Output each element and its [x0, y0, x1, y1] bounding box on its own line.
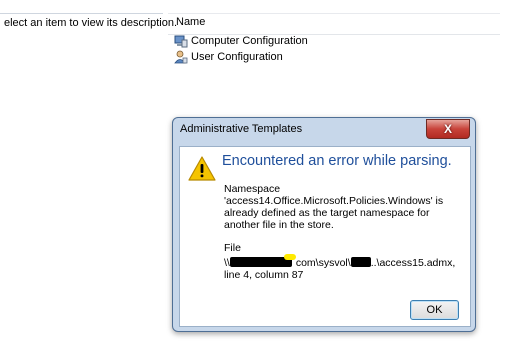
dialog-content: Encountered an error while parsing. Name… [179, 146, 471, 327]
close-button[interactable]: X [426, 119, 470, 139]
description-text: elect an item to view its description. [4, 17, 178, 29]
list-item-user-configuration[interactable]: User Configuration [174, 49, 283, 65]
highlight-mark [283, 254, 296, 260]
error-dialog: Administrative Templates X Encountered a… [172, 117, 476, 332]
list-header[interactable]: Name [168, 13, 500, 35]
dialog-title: Administrative Templates [180, 123, 303, 135]
computer-config-icon [174, 35, 188, 48]
file-label: File [224, 242, 241, 254]
warning-icon [188, 156, 216, 181]
file-path: \\ com\sysvol\ ..\access15.admx, [224, 254, 466, 269]
file-details: File \\ com\sysvol\ ..\access15.admx, line… [224, 242, 466, 281]
description-pane: elect an item to view its description. [0, 0, 177, 345]
close-icon: X [443, 122, 452, 136]
ok-button[interactable]: OK [410, 300, 459, 320]
list-item-label: Computer Configuration [191, 35, 308, 47]
redaction-mark [229, 257, 292, 267]
file-location: line 4, column 87 [224, 269, 304, 281]
list-item-label: User Configuration [191, 51, 283, 63]
user-config-icon [174, 50, 188, 64]
column-name-header[interactable]: Name [176, 16, 205, 28]
list-item-computer-configuration[interactable]: Computer Configuration [174, 33, 308, 49]
pane-divider [0, 13, 163, 14]
error-heading: Encountered an error while parsing. [222, 153, 452, 169]
dialog-titlebar[interactable]: Administrative Templates X [173, 118, 475, 140]
redaction-mark [350, 257, 371, 267]
error-message: Namespace 'access14.Office.Microsoft.Pol… [224, 183, 444, 231]
